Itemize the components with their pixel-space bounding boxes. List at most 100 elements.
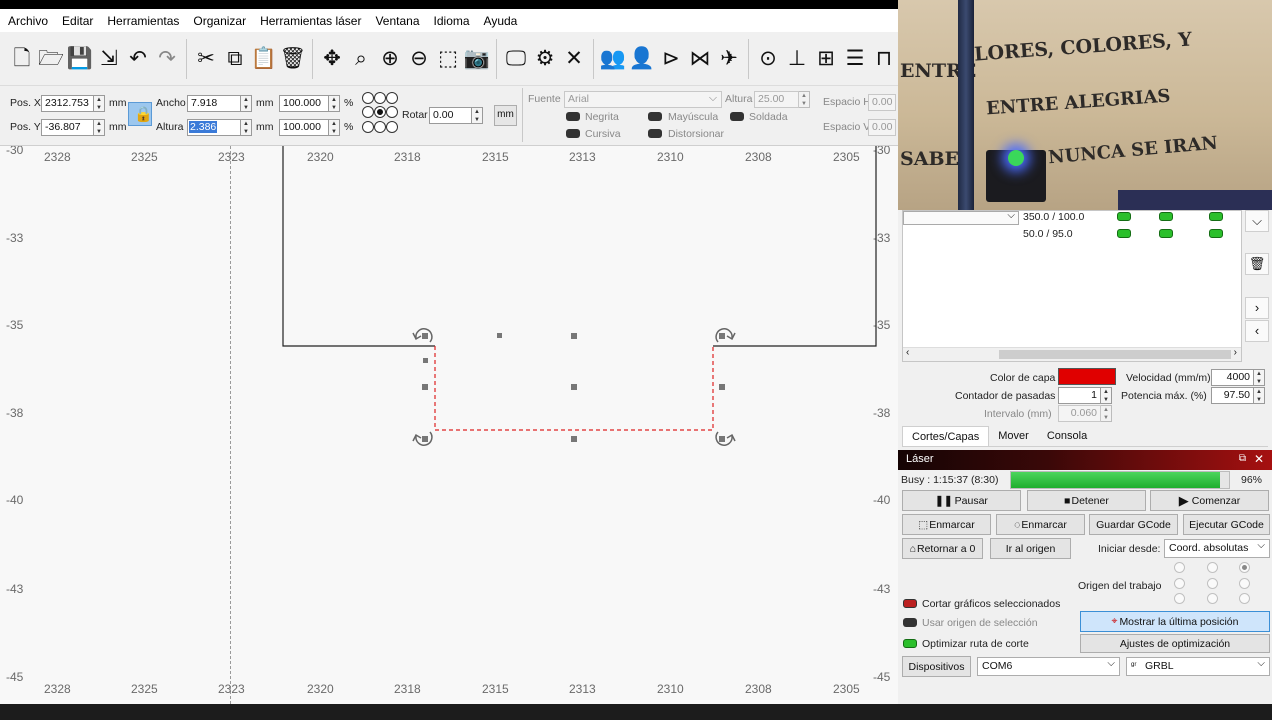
group-icon[interactable]: 👥 — [599, 43, 627, 75]
origin-center-radio[interactable] — [1207, 578, 1218, 589]
layer-air-toggle[interactable] — [1209, 229, 1223, 238]
origin-mid-left-radio[interactable] — [1174, 578, 1185, 589]
menu-ayuda[interactable]: Ayuda — [477, 14, 525, 28]
origin-bottom-right-radio[interactable] — [1239, 593, 1250, 604]
optimize-path-toggle[interactable] — [903, 639, 917, 648]
zoom-selection-icon[interactable]: ⬚ — [434, 43, 462, 75]
pan-icon[interactable]: ✥ — [318, 43, 346, 75]
anchor-mid-left[interactable] — [362, 106, 374, 118]
scale-h-spinner[interactable]: ▲ ▼ — [329, 119, 340, 136]
menu-organizar[interactable]: Organizar — [186, 14, 253, 28]
undo-icon[interactable]: ↶ — [124, 43, 152, 75]
scale-handle-top-mid-left[interactable] — [497, 333, 502, 338]
optimization-settings-button[interactable]: Ajustes de optimización — [1080, 634, 1270, 653]
mirror-icon[interactable]: ⋈ — [686, 43, 714, 75]
redo-icon[interactable]: ↷ — [153, 43, 181, 75]
close-icon[interactable]: ✕ — [1254, 452, 1264, 466]
layer-output-toggle[interactable] — [1117, 212, 1131, 221]
tab-consola[interactable]: Consola — [1038, 426, 1096, 446]
anchor-bottom-center[interactable] — [374, 121, 386, 133]
scrollbar-thumb[interactable] — [999, 350, 1231, 359]
design-canvas[interactable]: 2328 2325 2323 2320 2318 2315 2313 2310 … — [0, 146, 898, 704]
anchor-top-right[interactable] — [386, 92, 398, 104]
speed-spinner[interactable]: ▲ ▼ — [1254, 369, 1265, 386]
negrita-toggle[interactable] — [566, 112, 580, 121]
anchor-top-center[interactable] — [374, 92, 386, 104]
espacio-v-field[interactable]: 0.00 — [868, 119, 896, 136]
stop-button[interactable]: ■ Detener — [1027, 490, 1146, 511]
tools-icon[interactable]: ✕ — [560, 43, 588, 75]
start-button[interactable]: ▶ Comenzar — [1150, 490, 1269, 511]
lock-aspect-button[interactable]: 🔒 — [128, 102, 153, 126]
anchor-center[interactable] — [374, 106, 386, 118]
cut-icon[interactable]: ✂ — [192, 43, 220, 75]
delete-layer-button[interactable]: 🗑 — [1245, 253, 1269, 275]
layer-color-swatch[interactable] — [1058, 368, 1116, 385]
rotar-field[interactable]: 0.00 — [429, 107, 472, 124]
pause-button[interactable]: ❚❚ Pausar — [902, 490, 1021, 511]
origin-top-right-radio[interactable] — [1239, 562, 1250, 573]
settings-gear-icon[interactable]: ⚙ — [531, 43, 559, 75]
ancho-spinner[interactable]: ▲ ▼ — [241, 95, 252, 112]
unit-mm-button[interactable]: mm — [494, 105, 517, 126]
monitor-icon[interactable]: 🖵 — [502, 43, 530, 75]
menu-ventana[interactable]: Ventana — [368, 14, 426, 28]
origin-mid-right-radio[interactable] — [1239, 578, 1250, 589]
interval-spinner[interactable]: ▲ ▼ — [1101, 405, 1112, 422]
scroll-right-icon[interactable]: › — [1234, 347, 1237, 358]
mayuscula-toggle[interactable] — [648, 112, 662, 121]
open-folder-icon[interactable]: 🗁 — [37, 43, 65, 75]
controller-select[interactable]: ᵍʳ GRBL — [1126, 657, 1270, 676]
scale-handle-mid-right[interactable] — [719, 384, 725, 390]
anchor-top-left[interactable] — [362, 92, 374, 104]
scale-handle-top-left[interactable] — [422, 333, 428, 339]
zoom-fit-icon[interactable]: ⌕ — [347, 43, 375, 75]
delete-icon[interactable]: 🗑 — [279, 43, 307, 75]
passes-field[interactable]: 1 — [1058, 387, 1101, 404]
skew-handle-left[interactable] — [423, 358, 428, 363]
ancho-field[interactable]: 7.918 — [187, 95, 241, 112]
restore-window-icon[interactable]: ⧉ — [1239, 453, 1246, 464]
posx-field[interactable]: 2312.753 — [41, 95, 94, 112]
posx-spinner[interactable]: ▲ ▼ — [94, 95, 105, 112]
anchor-bottom-right[interactable] — [386, 121, 398, 133]
more-icon[interactable]: ⊓ — [870, 43, 898, 75]
layer-air-toggle[interactable] — [1209, 212, 1223, 221]
passes-spinner[interactable]: ▲ ▼ — [1101, 387, 1112, 404]
menu-archivo[interactable]: Archivo — [0, 14, 55, 28]
posy-field[interactable]: -36.807 — [41, 119, 94, 136]
font-altura-field[interactable]: 25.00 — [754, 91, 799, 108]
scale-w-field[interactable]: 100.000 — [279, 95, 329, 112]
camera-icon[interactable]: 📷 — [463, 43, 491, 75]
return-zero-button[interactable]: ⌂ Retornar a 0 — [902, 538, 983, 559]
power-spinner[interactable]: ▲ ▼ — [1254, 387, 1265, 404]
center-handle[interactable] — [571, 384, 577, 390]
menu-herramientas-laser[interactable]: Herramientas láser — [253, 14, 368, 28]
origin-top-center-radio[interactable] — [1207, 562, 1218, 573]
speed-field[interactable]: 4000 — [1211, 369, 1254, 386]
layer-show-toggle[interactable] — [1159, 212, 1173, 221]
origin-bottom-left-radio[interactable] — [1174, 593, 1185, 604]
align-center-icon[interactable]: ⊥ — [783, 43, 811, 75]
layer-mode-select[interactable]: ⌵ — [903, 210, 1019, 225]
distribute-icon[interactable]: ⊞ — [812, 43, 840, 75]
save-icon[interactable]: 💾 — [66, 43, 94, 75]
menu-herramientas[interactable]: Herramientas — [100, 14, 186, 28]
run-gcode-button[interactable]: Ejecutar GCode — [1183, 514, 1270, 535]
scale-handle-bottom-left[interactable] — [422, 436, 428, 442]
soldada-toggle[interactable] — [730, 112, 744, 121]
copy-icon[interactable]: ⧉ — [221, 43, 249, 75]
anchor-mid-right[interactable] — [386, 106, 398, 118]
layer-next-button[interactable]: › — [1245, 297, 1269, 319]
rotar-spinner[interactable]: ▲ ▼ — [472, 107, 483, 124]
scroll-left-icon[interactable]: ‹ — [906, 347, 909, 358]
scale-handle-top-right[interactable] — [719, 333, 725, 339]
menu-editar[interactable]: Editar — [55, 14, 100, 28]
export-icon[interactable]: ⇲ — [95, 43, 123, 75]
new-file-icon[interactable]: 🗋 — [8, 43, 36, 75]
frame-circle-button[interactable]: ◌ Enmarcar — [996, 514, 1085, 535]
arrange-icon[interactable]: ☰ — [841, 43, 869, 75]
power-field[interactable]: 97.50 — [1211, 387, 1254, 404]
posy-spinner[interactable]: ▲ ▼ — [94, 119, 105, 136]
origin-top-left-radio[interactable] — [1174, 562, 1185, 573]
